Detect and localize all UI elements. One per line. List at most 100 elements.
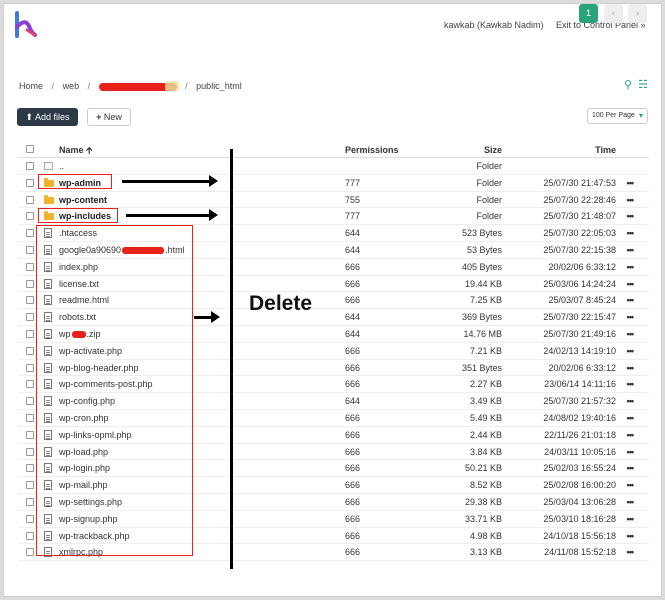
file-permissions[interactable]: 644 <box>345 309 360 326</box>
row-checkbox[interactable] <box>26 397 34 406</box>
more-actions-icon[interactable]: ••• <box>627 460 635 477</box>
file-permissions[interactable]: 666 <box>345 410 360 427</box>
file-permissions[interactable]: 644 <box>345 326 360 343</box>
row-checkbox[interactable] <box>26 229 34 238</box>
file-name[interactable]: .. <box>59 158 64 175</box>
more-actions-icon[interactable]: ••• <box>627 192 635 209</box>
row-checkbox[interactable] <box>26 178 34 187</box>
more-actions-icon[interactable]: ••• <box>627 393 635 410</box>
row-checkbox[interactable] <box>26 548 34 557</box>
more-actions-icon[interactable]: ••• <box>627 259 635 276</box>
more-actions-icon[interactable]: ••• <box>627 494 635 511</box>
file-permissions[interactable]: 666 <box>345 376 360 393</box>
more-actions-icon[interactable]: ••• <box>627 309 635 326</box>
file-name[interactable]: wp-content <box>59 192 107 209</box>
row-checkbox[interactable] <box>26 363 34 372</box>
file-size: 523 Bytes <box>461 228 502 239</box>
file-permissions[interactable]: 644 <box>345 393 360 410</box>
table-header: Name 🡩 Permissions Size Time <box>18 142 649 158</box>
more-actions-icon[interactable]: ••• <box>627 376 635 393</box>
row-checkbox[interactable] <box>26 262 34 271</box>
more-actions-icon[interactable]: ••• <box>627 326 635 343</box>
more-actions-icon[interactable]: ••• <box>627 175 635 192</box>
column-name-header[interactable]: Name 🡩 <box>59 142 93 158</box>
row-checkbox[interactable] <box>26 279 34 288</box>
file-time: 25/07/30 22:15:38 <box>543 244 616 255</box>
more-actions-icon[interactable]: ••• <box>627 427 635 444</box>
column-permissions-header[interactable]: Permissions <box>345 142 399 158</box>
row-checkbox[interactable] <box>26 430 34 439</box>
file-permissions[interactable]: 666 <box>345 444 360 461</box>
more-actions-icon[interactable]: ••• <box>627 511 635 528</box>
column-size-header[interactable]: Size <box>484 142 502 158</box>
file-permissions[interactable]: 666 <box>345 427 360 444</box>
row-checkbox[interactable] <box>26 514 34 523</box>
redacted-breadcrumb-segment[interactable] <box>98 80 179 91</box>
file-permissions[interactable]: 755 <box>345 192 360 209</box>
row-checkbox[interactable] <box>26 296 34 305</box>
more-actions-icon[interactable]: ••• <box>627 444 635 461</box>
add-files-button[interactable]: ⬆ Add files <box>17 108 78 126</box>
row-checkbox[interactable] <box>26 464 34 473</box>
row-checkbox[interactable] <box>26 447 34 456</box>
row-checkbox[interactable] <box>26 531 34 540</box>
file-permissions[interactable]: 777 <box>345 208 360 225</box>
sitemap-icon[interactable]: ☵ <box>638 79 648 91</box>
row-checkbox[interactable] <box>26 162 34 170</box>
file-size: 7.21 KB <box>469 345 502 356</box>
more-actions-icon[interactable]: ••• <box>627 544 635 561</box>
row-checkbox[interactable] <box>26 413 34 422</box>
row-checkbox[interactable] <box>26 313 34 322</box>
file-time: 25/07/30 21:57:32 <box>543 396 616 407</box>
file-permissions[interactable]: 666 <box>345 343 360 360</box>
table-row[interactable]: wp-admin 777 Folder 25/07/30 21:47:53 ••• <box>18 175 649 192</box>
table-row-parent[interactable]: .. Folder <box>18 158 649 175</box>
select-all-checkbox[interactable] <box>26 145 34 153</box>
row-checkbox[interactable] <box>26 346 34 355</box>
column-time-header[interactable]: Time <box>595 142 616 158</box>
row-checkbox[interactable] <box>26 245 34 254</box>
row-checkbox[interactable] <box>26 481 34 490</box>
row-checkbox[interactable] <box>26 380 34 389</box>
more-actions-icon[interactable]: ••• <box>627 208 635 225</box>
file-permissions[interactable]: 666 <box>345 477 360 494</box>
more-actions-icon[interactable]: ••• <box>627 360 635 377</box>
next-page-button[interactable]: › <box>628 4 647 23</box>
row-checkbox[interactable] <box>26 497 34 506</box>
file-permissions[interactable]: 644 <box>345 225 360 242</box>
prev-page-button[interactable]: ‹ <box>604 4 623 23</box>
page-1-button[interactable]: 1 <box>579 4 598 23</box>
more-actions-icon[interactable]: ••• <box>627 276 635 293</box>
search-icon[interactable]: ⚲ <box>624 79 632 91</box>
file-permissions[interactable]: 666 <box>345 292 360 309</box>
breadcrumb-current[interactable]: public_html <box>196 81 242 91</box>
file-permissions[interactable]: 666 <box>345 276 360 293</box>
table-row[interactable]: wp-content 755 Folder 25/07/30 22:28:46 ••• <box>18 192 649 209</box>
more-actions-icon[interactable]: ••• <box>627 292 635 309</box>
more-actions-icon[interactable]: ••• <box>627 528 635 545</box>
breadcrumb: Home / web / / public_html <box>19 80 242 91</box>
file-permissions[interactable]: 666 <box>345 528 360 545</box>
more-actions-icon[interactable]: ••• <box>627 410 635 427</box>
row-checkbox[interactable] <box>26 195 34 204</box>
file-permissions[interactable]: 666 <box>345 494 360 511</box>
file-permissions[interactable]: 666 <box>345 460 360 477</box>
breadcrumb-separator: / <box>87 81 91 91</box>
current-user[interactable]: kawkab (Kawkab Nadim) <box>444 20 544 30</box>
file-permissions[interactable]: 666 <box>345 511 360 528</box>
new-button[interactable]: + New <box>87 108 131 126</box>
more-actions-icon[interactable]: ••• <box>627 343 635 360</box>
row-checkbox[interactable] <box>26 329 34 338</box>
more-actions-icon[interactable]: ••• <box>627 477 635 494</box>
file-permissions[interactable]: 777 <box>345 175 360 192</box>
breadcrumb-web[interactable]: web <box>63 81 80 91</box>
file-permissions[interactable]: 666 <box>345 259 360 276</box>
more-actions-icon[interactable]: ••• <box>627 242 635 259</box>
file-permissions[interactable]: 644 <box>345 242 360 259</box>
row-checkbox[interactable] <box>26 212 34 221</box>
file-permissions[interactable]: 666 <box>345 360 360 377</box>
breadcrumb-home[interactable]: Home <box>19 81 43 91</box>
file-permissions[interactable]: 666 <box>345 544 360 561</box>
per-page-select[interactable]: 100 Per Page ▾ <box>587 108 648 124</box>
more-actions-icon[interactable]: ••• <box>627 225 635 242</box>
